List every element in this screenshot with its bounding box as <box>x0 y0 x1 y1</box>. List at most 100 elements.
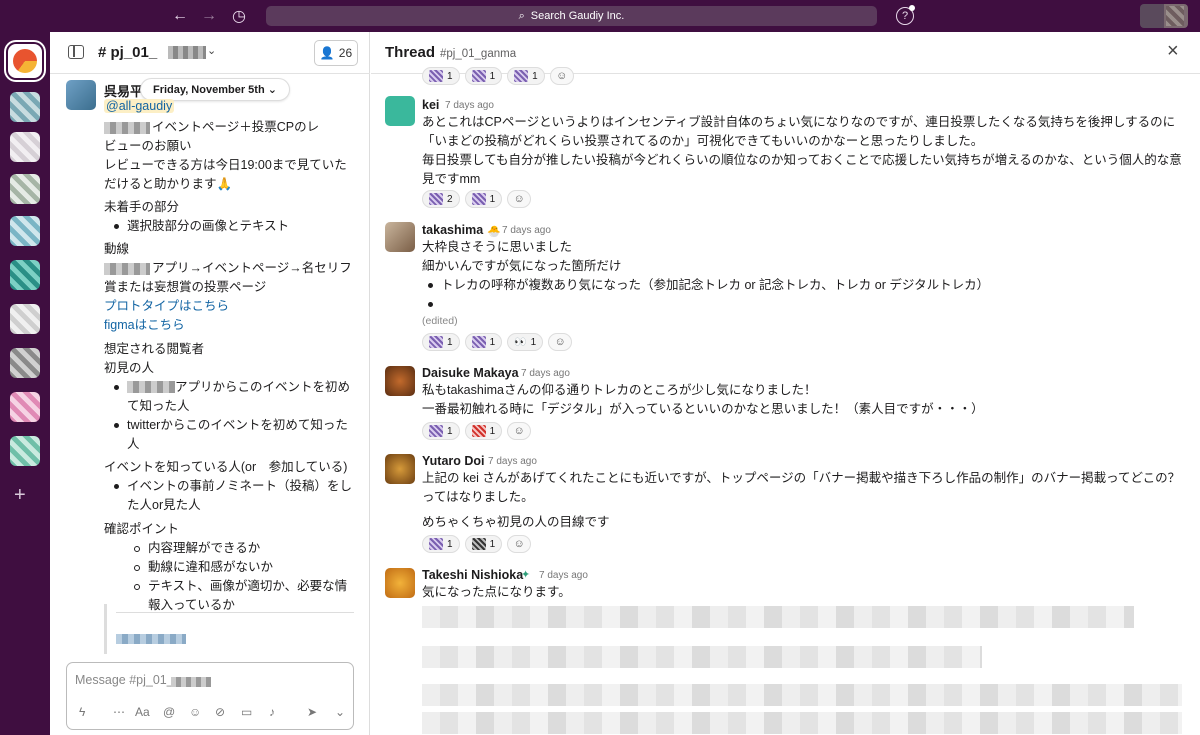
thread-pane: Thread #pj_01_ganma × 1 1 1 ☺ kei 7 days… <box>371 32 1200 735</box>
message-author[interactable]: Takeshi Nishioka <box>422 568 523 582</box>
workspace-item[interactable] <box>10 216 40 246</box>
clock-icon[interactable]: ◷ <box>228 5 250 27</box>
mic-icon[interactable]: ♪ <box>269 705 275 719</box>
add-reaction-icon[interactable]: ☺ <box>549 67 574 85</box>
workspace-item[interactable] <box>10 174 40 204</box>
avatar[interactable] <box>385 96 415 126</box>
video-icon[interactable]: ▭ <box>241 705 252 719</box>
workspace-item[interactable] <box>10 348 40 378</box>
thread-channel[interactable]: #pj_01_ganma <box>440 48 516 60</box>
chevron-down-icon[interactable]: ⌄ <box>207 44 216 57</box>
list-item: トレカの呼称が複数あり気になった（参加記念トレカ or 記念トレカ、トレカ or… <box>428 276 989 295</box>
timestamp[interactable]: 7 days ago <box>445 100 494 111</box>
member-count: 26 <box>338 46 353 60</box>
sidebar-toggle-icon[interactable] <box>68 45 84 59</box>
reaction-button[interactable]: 1 <box>464 422 503 440</box>
reaction-row: 1 1 ☺ <box>422 422 532 440</box>
search-placeholder: Search Gaudiy Inc. <box>530 10 625 22</box>
avatar[interactable] <box>385 222 415 252</box>
add-workspace-icon[interactable]: + <box>14 484 26 507</box>
reaction-button[interactable]: 1 <box>464 190 503 208</box>
reaction-row: 1 1 1 ☺ <box>422 67 574 85</box>
avatar[interactable] <box>385 454 415 484</box>
reaction-button[interactable]: 👀 1 <box>507 333 544 351</box>
channel-name[interactable]: # pj_01_ <box>98 44 157 61</box>
list-item: 内容理解ができるか <box>134 539 260 558</box>
attach-icon[interactable]: ⊘ <box>215 705 225 719</box>
mention-link[interactable]: @all-gaudiy <box>104 99 175 113</box>
reaction-button[interactable]: 1 <box>422 535 460 553</box>
workspace-item[interactable] <box>10 92 40 122</box>
figma-link[interactable]: figmaはこちら <box>104 316 185 335</box>
reaction-button[interactable]: 1 <box>464 535 503 553</box>
add-reaction-icon[interactable]: ☺ <box>507 535 532 553</box>
lightning-icon[interactable]: ϟ <box>79 705 85 719</box>
message-author[interactable]: kei <box>422 98 439 112</box>
message-text: 毎日投票しても自分が推したい投稿が今どれくらいの順位なのか知っておくことで応援し… <box>422 153 1182 167</box>
date-divider-pill[interactable]: Friday, November 5th ⌄ <box>140 78 290 101</box>
message-list[interactable]: 呉易平 Friday, November 5th ⌄ @all-gaudiy イ… <box>50 74 370 654</box>
composer-input[interactable]: Message #pj_01_ <box>75 673 174 687</box>
message-text: あとこれはCPページというよりはインセンティブ設計自体のちょい気になりなのですが… <box>422 115 1176 129</box>
list-item: アプリからこのイベントを初め <box>114 378 350 397</box>
timestamp[interactable]: 7 days ago <box>502 225 551 236</box>
reaction-button[interactable]: 2 <box>422 190 460 208</box>
timestamp[interactable]: 7 days ago <box>488 456 537 467</box>
redacted-text <box>104 263 150 275</box>
list-item: テキスト、画像が適切か、必要な情 <box>134 577 347 596</box>
workspace-item[interactable] <box>10 392 40 422</box>
search-icon: ⌕ <box>518 9 525 22</box>
message-text: 想定される閲覧者 <box>104 342 205 356</box>
workspace-item[interactable] <box>10 132 40 162</box>
avatar[interactable] <box>385 568 415 598</box>
message-text: 私もtakashimaさんの仰る通りトレカのところが少し気になりました！ <box>422 383 817 397</box>
message-text: 見ですmm <box>422 172 481 186</box>
reaction-row: 1 1 ☺ <box>422 535 532 553</box>
workspace-item[interactable] <box>10 436 40 466</box>
add-reaction-icon[interactable]: ☺ <box>548 333 573 351</box>
more-icon[interactable]: ⋯ <box>113 705 125 719</box>
avatar[interactable] <box>66 80 96 110</box>
redacted-link[interactable] <box>116 634 186 644</box>
user-avatar[interactable] <box>1140 4 1188 28</box>
arrow-left-icon[interactable]: ← <box>169 5 191 27</box>
emoji-icon[interactable]: ☺ <box>189 705 201 719</box>
message-text: 初見の人 <box>104 361 155 375</box>
reaction-button[interactable]: 1 <box>464 333 503 351</box>
chevron-down-icon[interactable]: ⌄ <box>335 705 345 719</box>
list-item-empty <box>428 295 441 314</box>
arrow-right-icon[interactable]: → <box>198 5 220 27</box>
timestamp[interactable]: 7 days ago <box>521 368 570 379</box>
workspace-gaudiy[interactable] <box>8 44 42 78</box>
message-text: レビューできる方は今日19:00まで見ていた <box>104 158 347 172</box>
close-icon[interactable]: × <box>1167 40 1179 63</box>
message-text: 人 <box>127 437 140 451</box>
message-composer[interactable]: Message #pj_01_ ϟ ⋯ Aa @ ☺ ⊘ ▭ ♪ ➤ ⌄ <box>66 662 354 730</box>
reaction-button[interactable]: 1 <box>422 67 460 85</box>
message-author[interactable]: Daisuke Makaya <box>422 366 519 380</box>
timestamp[interactable]: 7 days ago <box>539 570 588 581</box>
reaction-row: 2 1 ☺ <box>422 190 532 208</box>
message-author[interactable]: Yutaro Doi <box>422 454 485 468</box>
format-icon[interactable]: Aa <box>135 705 150 719</box>
send-icon[interactable]: ➤ <box>307 705 317 719</box>
list-item: twitterからこのイベントを初めて知った <box>114 416 348 435</box>
message-author[interactable]: 呉易平 <box>104 81 143 100</box>
message-author[interactable]: takashima <box>422 223 483 237</box>
search-input[interactable]: ⌕ Search Gaudiy Inc. <box>266 6 877 26</box>
add-reaction-icon[interactable]: ☺ <box>507 190 532 208</box>
members-button[interactable]: 👤 26 <box>314 40 358 66</box>
notification-dot <box>909 5 915 11</box>
prototype-link[interactable]: プロトタイプはこちら <box>104 297 229 316</box>
reaction-button[interactable]: 1 <box>422 333 460 351</box>
workspace-item[interactable] <box>10 304 40 334</box>
avatar[interactable] <box>385 366 415 396</box>
workspace-item[interactable] <box>10 260 40 290</box>
channel-name-redacted <box>168 46 206 59</box>
reaction-button[interactable]: 1 <box>422 422 460 440</box>
reaction-button[interactable]: 1 <box>507 67 545 85</box>
message-text: た人or見た人 <box>127 498 201 512</box>
reaction-button[interactable]: 1 <box>464 67 503 85</box>
add-reaction-icon[interactable]: ☺ <box>507 422 532 440</box>
at-icon[interactable]: @ <box>163 705 175 719</box>
